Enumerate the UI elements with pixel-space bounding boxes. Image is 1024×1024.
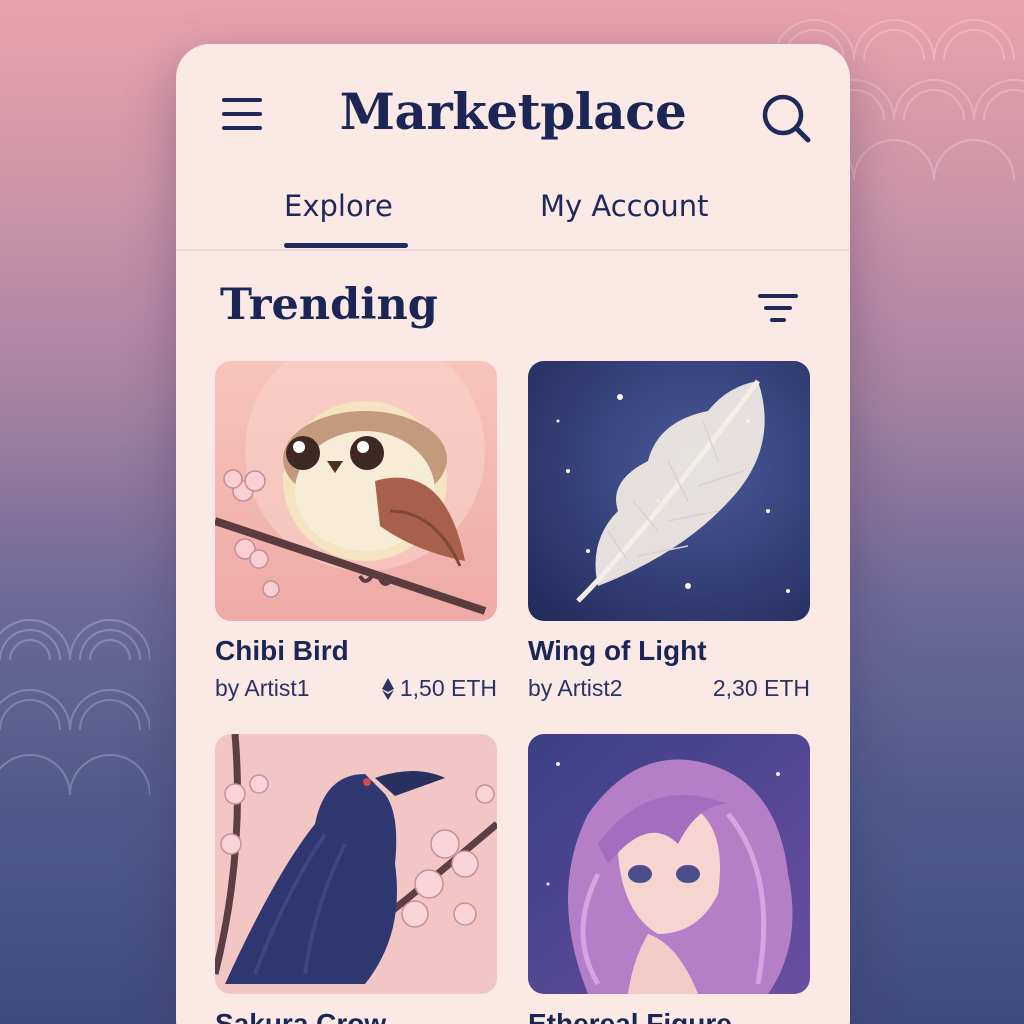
artist-label: by Artist2 xyxy=(528,675,623,701)
item-name: Ethereal Figure xyxy=(528,1008,732,1024)
tab-bar: Explore My Account xyxy=(176,189,850,251)
artist-label: by Artist1 xyxy=(215,675,310,701)
tab-explore[interactable]: Explore xyxy=(284,189,393,223)
nft-card[interactable]: Ethereal Figure xyxy=(528,734,810,1024)
app-header: Marketplace xyxy=(176,44,850,194)
price-value: 2,30 ETH xyxy=(712,675,810,701)
wave-pattern-decoration xyxy=(0,619,150,796)
section-title: Trending xyxy=(220,280,438,330)
item-name: Wing of Light xyxy=(528,635,707,666)
app-screen: Marketplace Explore My Account Trending xyxy=(176,44,850,1024)
ethereal-figure-artwork[interactable] xyxy=(528,734,810,994)
feather-artwork[interactable] xyxy=(528,361,810,621)
nft-card[interactable]: Sakura Crow xyxy=(215,734,497,1024)
item-meta: by Artist2 2,30 ETH xyxy=(528,675,810,702)
chibi-bird-artwork[interactable] xyxy=(215,361,497,621)
item-name: Chibi Bird xyxy=(215,635,349,666)
nft-card[interactable]: Chibi Bird by Artist1 1,50 ETH xyxy=(215,361,497,702)
page-title: Marketplace xyxy=(339,82,687,141)
ethereum-icon xyxy=(381,677,394,700)
nft-card[interactable]: Wing of Light by Artist2 2,30 ETH xyxy=(528,361,810,702)
sakura-crow-artwork[interactable] xyxy=(215,734,497,994)
active-tab-indicator xyxy=(284,243,408,248)
filter-icon[interactable] xyxy=(754,290,802,326)
item-name: Sakura Crow xyxy=(215,1008,387,1024)
tab-my-account[interactable]: My Account xyxy=(540,189,709,223)
search-icon[interactable] xyxy=(758,90,814,146)
price-tag: 2,30 ETH xyxy=(713,675,810,702)
price-value: 1,50 ETH xyxy=(399,675,497,701)
item-meta: by Artist1 1,50 ETH xyxy=(215,675,497,702)
price-tag: 1,50 ETH xyxy=(381,675,497,702)
